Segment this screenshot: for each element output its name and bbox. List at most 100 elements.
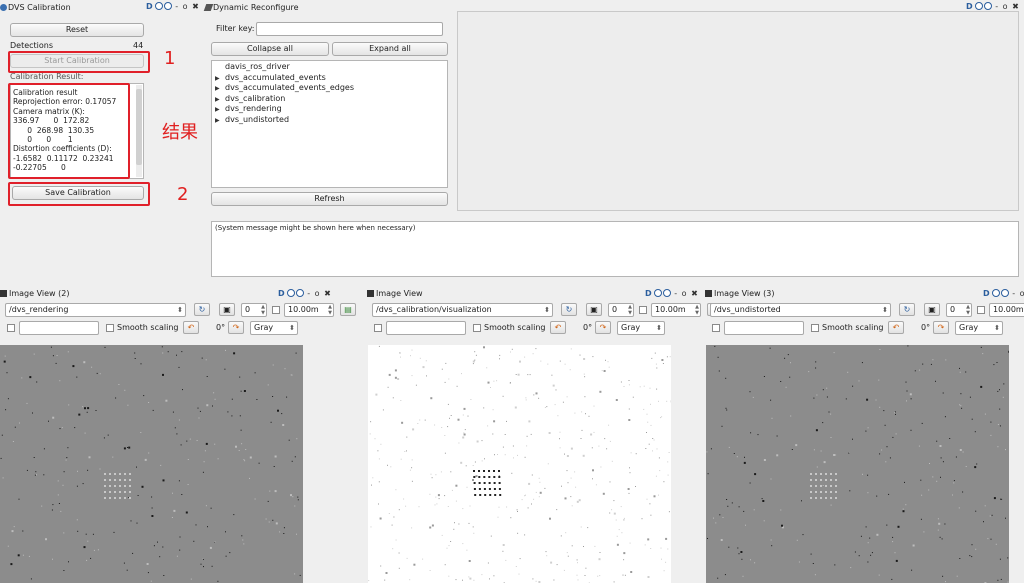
rotate-right-button[interactable]: ↷ (228, 321, 244, 334)
overlay-topic-input[interactable] (386, 321, 466, 335)
spin-arrows-icon[interactable]: ▲ ▼ (261, 304, 265, 316)
help-icon[interactable] (983, 2, 992, 10)
colormap-select[interactable]: Gray ⬍ (250, 321, 298, 335)
refresh-topics-button[interactable]: ↻ (899, 303, 915, 316)
rotate-right-button[interactable]: ↷ (595, 321, 611, 334)
reload-icon[interactable] (154, 2, 163, 10)
event-image[interactable] (706, 345, 1009, 583)
save-image-button[interactable]: ▣ (586, 303, 602, 316)
minimize-icon[interactable]: - (175, 2, 179, 11)
tree-item[interactable]: ▶ dvs_rendering (215, 104, 447, 115)
overlay-topic-input[interactable] (19, 321, 99, 335)
float-icon[interactable]: o (315, 289, 321, 298)
close-icon[interactable]: ✖ (324, 289, 332, 298)
colormap-select[interactable]: Gray ⬍ (617, 321, 665, 335)
zoom-spinbox[interactable]: 10.00m▲▼ (284, 303, 334, 317)
float-icon[interactable]: o (1020, 289, 1024, 298)
event-image[interactable] (0, 345, 303, 583)
save-image-button[interactable]: ▣ (219, 303, 235, 316)
image-spinbox[interactable]: 0 ▲ ▼ (946, 303, 972, 317)
spin-arrows-icon[interactable]: ▲ ▼ (695, 304, 699, 316)
d-icon[interactable]: D (146, 0, 154, 13)
calibration-pattern-dot (498, 488, 501, 490)
reset-button[interactable]: Reset (10, 23, 144, 37)
node-tree[interactable]: davis_ros_driver ▶ dvs_accumulated_events ▶… (211, 60, 448, 188)
expand-all-button[interactable]: Expand all (332, 42, 448, 56)
reload-icon[interactable] (286, 289, 295, 297)
publish-image-button[interactable]: ▤ (340, 303, 356, 316)
d-icon[interactable]: D (278, 287, 286, 300)
mouse-publish-checkbox[interactable] (639, 306, 647, 314)
topic-select-value: /dvs_rendering (9, 305, 69, 314)
calibration-pattern-dot (835, 491, 837, 493)
calibration-pattern-dot (830, 491, 832, 493)
minimize-icon[interactable]: - (995, 2, 999, 11)
calibration-pattern-dot (473, 476, 476, 478)
help-icon[interactable] (662, 289, 671, 297)
tree-item[interactable]: davis_ros_driver (215, 62, 447, 73)
smooth-scaling-checkbox[interactable] (473, 324, 481, 332)
close-icon[interactable]: ✖ (691, 289, 699, 298)
rotate-left-button[interactable]: ↶ (888, 321, 904, 334)
spin-arrows-icon[interactable]: ▲ ▼ (628, 304, 632, 316)
float-icon[interactable]: o (682, 289, 688, 298)
topic-select[interactable]: /dvs_calibration/visualization ⬍ (372, 303, 553, 317)
overlay-topic-input[interactable] (724, 321, 804, 335)
reload-icon[interactable] (991, 289, 1000, 297)
topic-select[interactable]: /dvs_undistorted ⬍ (710, 303, 891, 317)
minimize-icon[interactable]: - (307, 289, 311, 298)
smooth-scaling-checkbox[interactable] (811, 324, 819, 332)
rotate-left-button[interactable]: ↶ (550, 321, 566, 334)
expand-arrow-icon[interactable]: ▶ (215, 105, 225, 116)
colormap-select[interactable]: Gray ⬍ (955, 321, 1003, 335)
event-image[interactable] (368, 345, 671, 583)
refresh-topics-button[interactable]: ↻ (194, 303, 210, 316)
mouse-publish-checkbox[interactable] (272, 306, 280, 314)
d-icon[interactable]: D (983, 287, 991, 300)
result-scrollbar-thumb[interactable] (136, 89, 142, 165)
image-spinbox[interactable]: 0 ▲ ▼ (608, 303, 634, 317)
minimize-icon[interactable]: - (674, 289, 678, 298)
overlay-checkbox[interactable] (374, 324, 382, 332)
mouse-publish-checkbox[interactable] (977, 306, 985, 314)
zoom-spinbox[interactable]: 10.00m▲▼ (651, 303, 701, 317)
spin-arrows-icon[interactable]: ▲ ▼ (966, 304, 970, 316)
calibration-pattern-dot (835, 479, 837, 481)
expand-arrow-icon[interactable]: ▶ (215, 84, 225, 95)
d-icon[interactable]: D (645, 287, 653, 300)
filter-key-input[interactable] (256, 22, 443, 36)
help-icon[interactable] (163, 2, 172, 10)
rotate-left-button[interactable]: ↶ (183, 321, 199, 334)
calibration-window-controls: D - o ✖ (146, 0, 200, 13)
image-spinbox[interactable]: 0 ▲ ▼ (241, 303, 267, 317)
tree-item[interactable]: ▶ dvs_accumulated_events (215, 73, 447, 84)
tree-item[interactable]: ▶ dvs_accumulated_events_edges (215, 83, 447, 94)
calibration-pattern-dot (119, 491, 121, 493)
reload-icon[interactable] (653, 289, 662, 297)
zoom-spinbox[interactable]: 10.00m▲▼ (989, 303, 1024, 317)
refresh-button[interactable]: Refresh (211, 192, 448, 206)
calibration-pattern-dot (114, 485, 116, 487)
overlay-checkbox[interactable] (7, 324, 15, 332)
help-icon[interactable] (295, 289, 304, 297)
smooth-scaling-checkbox[interactable] (106, 324, 114, 332)
float-icon[interactable]: o (183, 2, 189, 11)
result-scrollbar[interactable] (136, 85, 142, 177)
topic-select[interactable]: /dvs_rendering ⬍ (5, 303, 186, 317)
rotate-right-button[interactable]: ↷ (933, 321, 949, 334)
spin-arrows-icon[interactable]: ▲ ▼ (328, 304, 332, 316)
tree-item[interactable]: ▶ dvs_undistorted (215, 115, 447, 126)
expand-arrow-icon[interactable]: ▶ (215, 116, 225, 127)
save-image-button[interactable]: ▣ (924, 303, 940, 316)
collapse-all-button[interactable]: Collapse all (211, 42, 329, 56)
reload-icon[interactable] (974, 2, 983, 10)
minimize-icon[interactable]: - (1012, 289, 1016, 298)
tree-item[interactable]: ▶ dvs_calibration (215, 94, 447, 105)
close-icon[interactable]: ✖ (1012, 2, 1020, 11)
overlay-checkbox[interactable] (712, 324, 720, 332)
help-icon[interactable] (1000, 289, 1009, 297)
float-icon[interactable]: o (1003, 2, 1009, 11)
refresh-topics-button[interactable]: ↻ (561, 303, 577, 316)
smooth-scaling-label: Smooth scaling (117, 323, 179, 332)
close-icon[interactable]: ✖ (192, 2, 200, 11)
